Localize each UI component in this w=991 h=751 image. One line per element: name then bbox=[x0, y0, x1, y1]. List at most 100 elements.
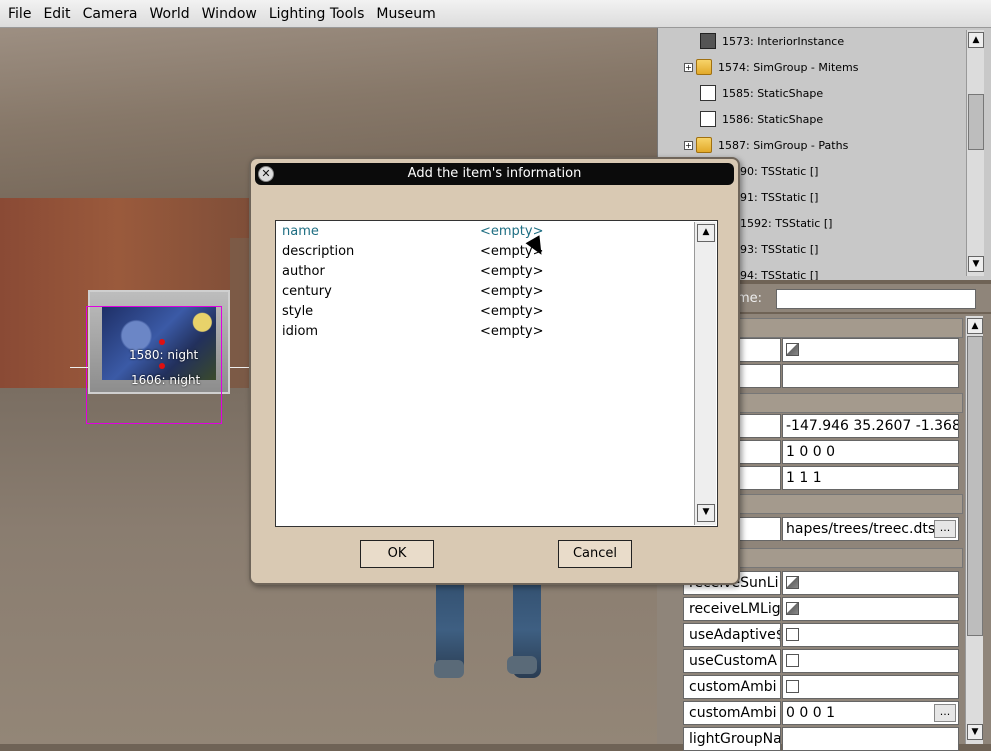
document-icon bbox=[700, 85, 716, 101]
field-label: customAmbi bbox=[683, 675, 781, 699]
inspector-scrollbar[interactable]: ▲ ▼ bbox=[965, 316, 983, 744]
instance-icon bbox=[700, 33, 716, 49]
field-name: style bbox=[282, 304, 314, 319]
close-icon[interactable]: ✕ bbox=[258, 166, 274, 182]
field-label: receiveLMLig bbox=[683, 597, 781, 621]
add-item-dialog: ✕ Add the item's information name <empty… bbox=[249, 157, 740, 585]
item-info-list: name <empty> description <empty> author … bbox=[275, 220, 718, 527]
field-value: <empty> bbox=[480, 324, 544, 339]
field-value: <empty> bbox=[480, 304, 544, 319]
menu-lighting-tools[interactable]: Lighting Tools bbox=[263, 6, 371, 22]
field-label: lightGroupNa bbox=[683, 727, 781, 751]
inspector-field: lightGroupNa bbox=[683, 727, 959, 751]
tree-item-label: 94: TSStatic [] bbox=[740, 268, 819, 281]
scroll-down-icon[interactable]: ▼ bbox=[968, 256, 984, 272]
scroll-up-icon[interactable]: ▲ bbox=[967, 318, 983, 334]
object-marker[interactable] bbox=[159, 363, 165, 369]
list-scrollbar[interactable]: ▲ ▼ bbox=[694, 222, 716, 525]
field-input[interactable] bbox=[782, 364, 959, 388]
tree-item-label: 1574: SimGroup - Mitems bbox=[718, 60, 859, 74]
list-item[interactable]: author <empty> bbox=[282, 264, 692, 284]
list-item[interactable]: century <empty> bbox=[282, 284, 692, 304]
scroll-up-icon[interactable]: ▲ bbox=[697, 224, 715, 242]
tree-item[interactable]: 93: TSStatic [] bbox=[740, 236, 818, 262]
scroll-down-icon[interactable]: ▼ bbox=[967, 724, 983, 740]
list-item[interactable]: style <empty> bbox=[282, 304, 692, 324]
menubar: File Edit Camera World Window Lighting T… bbox=[0, 0, 991, 28]
field-name: name bbox=[282, 224, 319, 239]
dialog-title: Add the item's information bbox=[407, 166, 582, 181]
expand-icon[interactable]: + bbox=[684, 62, 693, 72]
list-item[interactable]: description <empty> bbox=[282, 244, 692, 264]
object-marker[interactable] bbox=[159, 339, 165, 345]
tree-item-label: 1592: TSStatic [] bbox=[740, 216, 833, 230]
checkbox-checked[interactable] bbox=[786, 601, 799, 615]
rotation-input[interactable]: 1 0 0 0 bbox=[782, 440, 959, 464]
checkbox-unchecked[interactable] bbox=[786, 653, 799, 667]
scroll-up-icon[interactable]: ▲ bbox=[968, 32, 984, 48]
selection-box bbox=[86, 306, 222, 424]
browse-button[interactable]: ... bbox=[934, 704, 956, 722]
list-item[interactable]: name <empty> bbox=[282, 224, 692, 244]
tree-item-label: 1585: StaticShape bbox=[722, 86, 824, 100]
document-icon bbox=[700, 111, 716, 127]
ambient-color-input[interactable]: 0 0 0 1 ... bbox=[782, 701, 959, 725]
cancel-button[interactable]: Cancel bbox=[558, 540, 632, 568]
field-name: idiom bbox=[282, 324, 319, 339]
inspector-field: useAdaptive$ bbox=[683, 623, 959, 647]
tree-item[interactable]: + 1587: SimGroup - Paths bbox=[684, 132, 848, 158]
checkbox-checked[interactable] bbox=[786, 575, 799, 589]
inspector-field: customAmbi bbox=[683, 675, 959, 699]
field-value-text: hapes/trees/treec.dts bbox=[786, 521, 936, 537]
object-name-input[interactable] bbox=[776, 289, 976, 309]
player-shoe-right bbox=[507, 656, 537, 674]
tree-item[interactable]: 1573: InteriorInstance bbox=[700, 28, 844, 54]
field-value bbox=[782, 649, 959, 673]
tree-item[interactable]: 1586: StaticShape bbox=[700, 106, 823, 132]
tree-item-label: 93: TSStatic [] bbox=[740, 242, 819, 256]
tree-item[interactable]: 1592: TSStatic [] bbox=[740, 210, 832, 236]
checkbox-checked[interactable] bbox=[786, 342, 799, 356]
tree-item[interactable]: 94: TSStatic [] bbox=[740, 262, 819, 281]
shape-file-input[interactable]: hapes/trees/treec.dts ... bbox=[782, 517, 959, 541]
tree-scrollbar[interactable]: ▲ ▼ bbox=[966, 30, 984, 276]
player-shoe-left bbox=[434, 660, 464, 678]
tree-item[interactable]: 90: TSStatic [] bbox=[740, 158, 818, 184]
field-label: useAdaptive$ bbox=[683, 623, 781, 647]
inspector-field: customAmbi 0 0 0 1 ... bbox=[683, 701, 959, 725]
inspector-field: useCustomA bbox=[683, 649, 959, 673]
folder-icon bbox=[696, 59, 712, 75]
scroll-thumb[interactable] bbox=[968, 94, 984, 150]
browse-button[interactable]: ... bbox=[934, 520, 956, 538]
field-value: <empty> bbox=[480, 264, 544, 279]
tree-item[interactable]: + 1574: SimGroup - Mitems bbox=[684, 54, 858, 80]
scroll-down-icon[interactable]: ▼ bbox=[697, 504, 715, 522]
menu-window[interactable]: Window bbox=[196, 6, 263, 22]
list-item[interactable]: idiom <empty> bbox=[282, 324, 692, 344]
ok-button[interactable]: OK bbox=[360, 540, 434, 568]
menu-camera[interactable]: Camera bbox=[77, 6, 144, 22]
scale-input[interactable]: 1 1 1 bbox=[782, 466, 959, 490]
menu-edit[interactable]: Edit bbox=[37, 6, 76, 22]
field-input[interactable] bbox=[782, 727, 959, 751]
field-value bbox=[782, 571, 959, 595]
tree-item[interactable]: 91: TSStatic [] bbox=[740, 184, 818, 210]
field-name: author bbox=[282, 264, 325, 279]
field-value: <empty> bbox=[480, 224, 544, 239]
menu-museum[interactable]: Museum bbox=[370, 6, 441, 22]
field-value bbox=[782, 597, 959, 621]
checkbox-unchecked[interactable] bbox=[786, 627, 799, 641]
folder-icon bbox=[696, 137, 712, 153]
expand-icon[interactable]: + bbox=[684, 140, 693, 150]
checkbox-unchecked[interactable] bbox=[786, 679, 799, 693]
position-input[interactable]: -147.946 35.2607 -1.368 bbox=[782, 414, 959, 438]
object-label: 1606: night bbox=[131, 373, 201, 387]
field-value bbox=[782, 675, 959, 699]
field-value: <empty> bbox=[480, 284, 544, 299]
menu-file[interactable]: File bbox=[2, 6, 37, 22]
menu-world[interactable]: World bbox=[144, 6, 196, 22]
tree-item-label: 90: TSStatic [] bbox=[740, 164, 819, 178]
tree-item[interactable]: 1585: StaticShape bbox=[700, 80, 823, 106]
field-label: useCustomA bbox=[683, 649, 781, 673]
scroll-thumb[interactable] bbox=[967, 336, 983, 636]
